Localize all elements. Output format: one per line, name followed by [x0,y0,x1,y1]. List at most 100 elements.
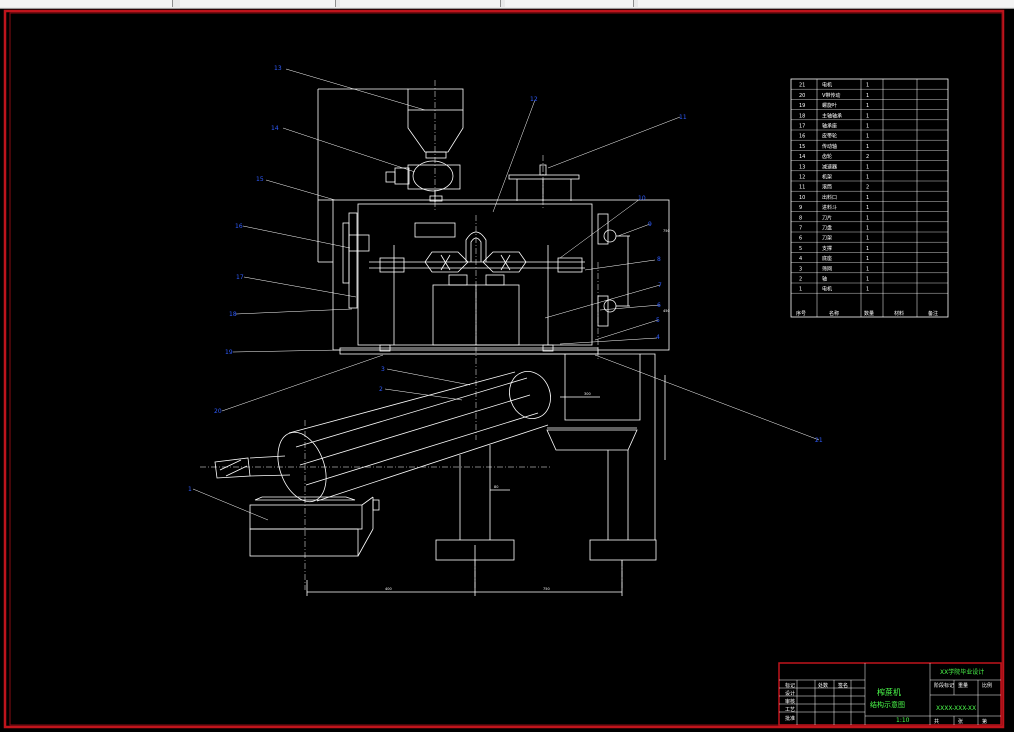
tb-right-label: 比例 [982,682,992,689]
centerlines [200,80,623,590]
table-cell-name: 底座 [822,255,832,262]
table-cell-no: 4 [799,256,802,262]
table-cell-name: 减速器 [822,163,837,170]
tb-left-label: 工艺 [785,707,795,713]
table-cell-name: 机架 [822,174,832,181]
callout-label: 1 [188,486,192,493]
table-cell-name: 刀盘 [822,225,832,232]
table-cell-qty: 2 [866,154,869,160]
table-cell-name: 电机 [822,82,832,89]
tb-right-label: 张 [958,718,963,725]
table-header-note: 备注 [928,310,938,317]
callout-label: 2 [379,386,383,393]
table-cell-name: 支撑 [822,245,832,252]
tb-right-label: 阶段标记 [934,682,954,689]
foot-right [589,539,657,561]
tb-left-label: 设计 [785,690,795,697]
callout-label: 13 [274,65,282,72]
toolbar-segment[interactable] [340,0,501,7]
dimension-texts: 400 750 300 80 750 450 [385,229,670,591]
table-cell-qty: 1 [866,103,869,109]
table-cell-name: 传动轴 [822,143,837,150]
callout-label: 17 [236,274,244,281]
table-cell-qty: 1 [866,164,869,170]
tb-left-label: 审核 [785,698,795,705]
machine-outline [214,88,670,596]
table-cell-name: 筛网 [822,265,832,272]
table-cell-name: 螺旋叶 [822,102,837,109]
callout-label: 20 [214,408,222,415]
callout-label: 10 [638,195,646,202]
table-header-qty: 数量 [864,310,874,317]
table-cell-qty: 1 [866,256,869,262]
table-cell-no: 19 [799,103,805,109]
table-cell-no: 21 [799,83,805,89]
table-cell-qty: 1 [866,124,869,130]
dimension-value: 750 [663,229,670,233]
callout-label: 16 [235,223,243,230]
reducer-body [412,160,454,192]
callout-label: 4 [656,334,660,341]
tb-right-label: 共 [934,718,939,725]
drawing-name-2: 结构示意图 [870,700,905,709]
table-header-no: 序号 [796,310,806,317]
table-cell-no: 14 [799,154,805,160]
toolbar-segment[interactable] [180,0,336,7]
toolbar-segment[interactable] [505,0,634,7]
table-cell-no: 12 [799,175,805,181]
dimension-value: 300 [584,392,591,396]
table-cell-no: 17 [799,124,805,130]
table-cell-name: 轴 [822,276,827,283]
table-cell-no: 8 [799,215,802,221]
table-cell-qty: 1 [866,195,869,201]
table-cell-qty: 2 [866,185,869,191]
table-cell-no: 9 [799,205,802,211]
table-header-name: 名称 [829,310,839,317]
table-cell-no: 6 [799,236,802,242]
table-cell-name: 轴承座 [822,123,837,130]
tb-left-label: 批准 [785,715,795,722]
table-cell-name: V带传动 [822,92,840,99]
callout-label: 21 [815,437,823,444]
callout-label: 7 [658,282,662,289]
table-cell-qty: 1 [866,215,869,221]
table-cell-qty: 1 [866,205,869,211]
table-cell-name: 滚筒 [822,184,832,191]
callout-label: 14 [271,125,279,132]
table-cell-no: 7 [799,226,802,232]
callout-label: 3 [381,366,385,373]
table-cell-name: 刀片 [822,214,832,221]
toolbar-segment[interactable] [638,0,1014,7]
drawing-number: XXXX-XXX-XX [936,705,976,712]
table-cell-qty: 1 [866,287,869,293]
toolbar-segment[interactable] [0,0,173,7]
table-cell-qty: 1 [866,266,869,272]
table-cell-no: 10 [799,195,805,201]
callout-label: 9 [648,221,652,228]
table-cell-name: 刀架 [822,236,832,242]
dimension-value: 80 [494,485,498,489]
table-cell-qty: 1 [866,277,869,283]
dimension-value: 750 [543,587,550,591]
table-cell-qty: 1 [866,134,869,140]
table-cell-qty: 1 [866,113,869,119]
sheet-outer-frame [3,9,1005,729]
callout-label: 6 [657,302,661,309]
callout-labels: 1 2 3 4 5 6 7 8 9 10 11 12 13 14 15 16 1… [188,65,823,493]
cad-drawing: 1 2 3 4 5 6 7 8 9 10 11 12 13 14 15 16 1… [3,9,1005,729]
table-cell-name: 主轴轴承 [822,112,842,119]
table-cell-qty: 1 [866,236,869,242]
table-cell-no: 1 [799,287,802,293]
callout-label: 18 [229,311,237,318]
title-block: XX学院毕业设计 榨蔗机 结构示意图 1:10 XXXX-XXX-XX 标记 设… [778,662,1002,726]
hopper-top [407,88,464,111]
table-cell-qty: 1 [866,93,869,99]
table-cell-no: 11 [799,185,805,191]
tb-left-label: 标记 [785,682,795,689]
table-cell-name: 进料斗 [822,204,837,211]
table-cell-no: 16 [799,134,805,140]
table-cell-name: 电机 [822,286,832,293]
parts-list-table: 21 电机 120 V带传动 119 螺旋叶 118 主轴轴承 117 轴承座 116 皮带轮 115 传… [790,78,949,318]
table-cell-no: 15 [799,144,805,150]
motor-base [249,504,363,530]
